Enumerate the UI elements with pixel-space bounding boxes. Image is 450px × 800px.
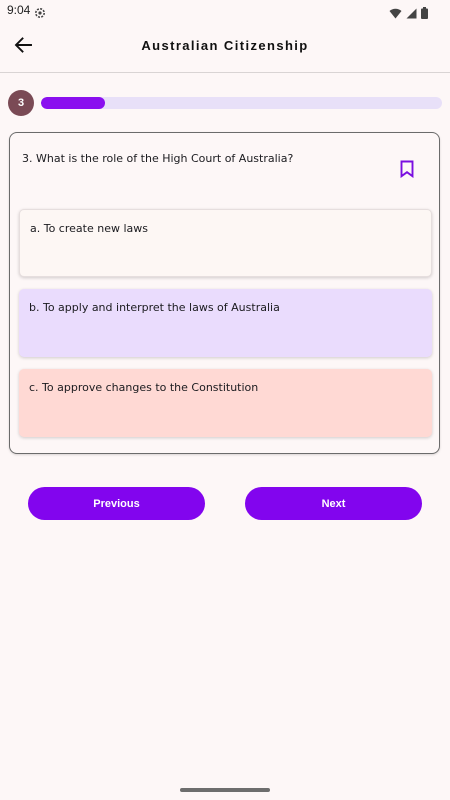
previous-button[interactable]: Previous <box>28 487 205 520</box>
home-indicator[interactable] <box>180 788 270 792</box>
page-title: Australian Citizenship <box>141 38 309 53</box>
answer-option-label: c. To approve changes to the Constitutio… <box>29 381 259 394</box>
status-time: 9:04 <box>7 3 31 17</box>
settings-gear-icon <box>34 4 46 18</box>
wifi-icon <box>389 4 402 23</box>
progress-track <box>41 97 442 109</box>
header-divider <box>0 72 450 73</box>
cellular-icon <box>406 4 417 23</box>
next-button[interactable]: Next <box>245 487 422 520</box>
answer-option-label: a. To create new laws <box>30 222 148 235</box>
answer-option-a[interactable]: a. To create new laws <box>19 209 432 277</box>
answer-option-c[interactable]: c. To approve changes to the Constitutio… <box>19 369 432 437</box>
progress-fill <box>41 97 106 109</box>
progress-row: 3 <box>8 90 442 116</box>
battery-icon <box>421 4 428 23</box>
status-bar: 9:04 <box>0 0 450 22</box>
app-bar: Australian Citizenship <box>0 22 450 72</box>
step-number-badge: 3 <box>8 90 34 116</box>
answer-option-b[interactable]: b. To apply and interpret the laws of Au… <box>19 289 432 357</box>
question-text: 3. What is the role of the High Court of… <box>22 152 294 165</box>
question-card: 3. What is the role of the High Court of… <box>9 132 440 454</box>
bookmark-button[interactable] <box>399 160 415 179</box>
answer-option-label: b. To apply and interpret the laws of Au… <box>29 301 280 314</box>
bookmark-outline-icon <box>399 160 415 182</box>
status-icons <box>389 4 428 23</box>
